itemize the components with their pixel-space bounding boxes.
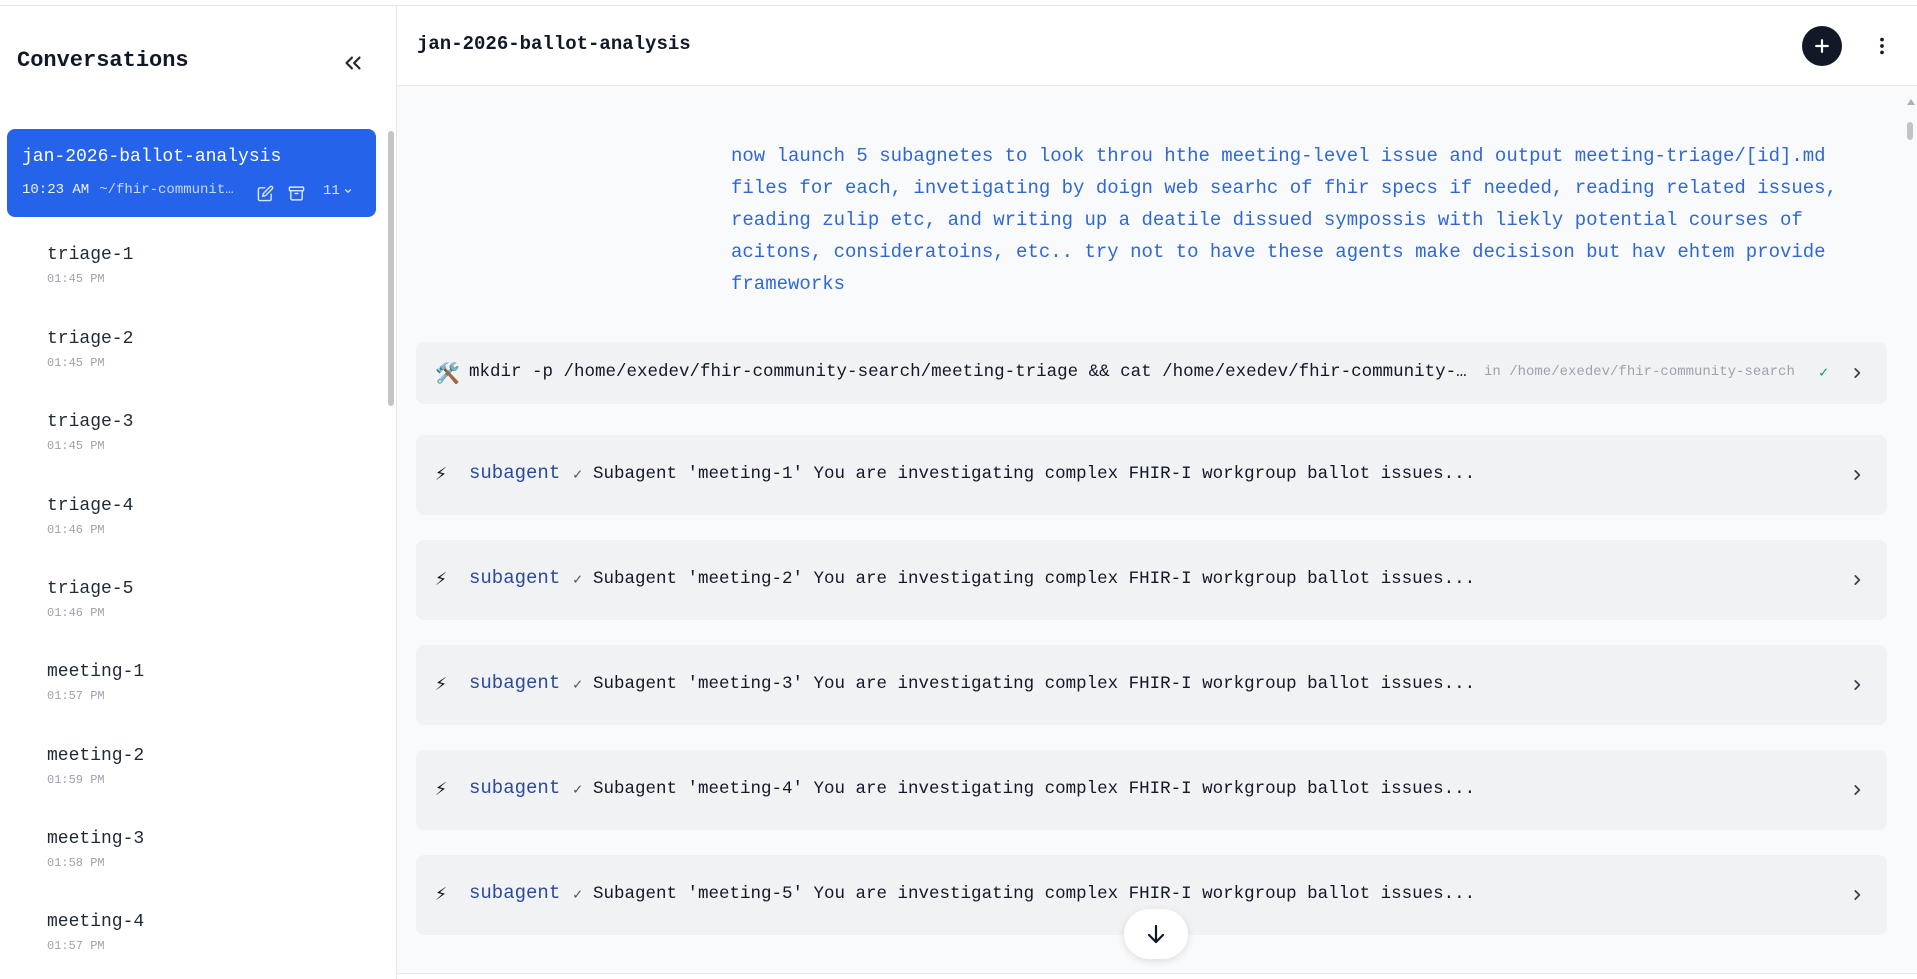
conversation-time: 10:23 AM	[22, 182, 90, 198]
bash-tool-row[interactable]: 🛠️ mkdir -p /home/exedev/fhir-community-…	[416, 342, 1887, 404]
conversation-time: 01:57 PM	[47, 689, 105, 703]
status-check: ✓	[573, 572, 583, 589]
lightning-icon: ⚡	[435, 884, 448, 907]
conversation-header: jan-2026-ballot-analysis	[397, 6, 1917, 86]
new-conversation-button[interactable]	[1802, 26, 1842, 66]
edit-conversation-button[interactable]	[255, 183, 275, 203]
tools-icon: 🛠️	[435, 364, 460, 387]
chevron-right-icon	[1847, 363, 1867, 383]
tool-name: subagent	[469, 462, 561, 484]
conversation-name: meeting-4	[47, 912, 145, 932]
lightning-icon: ⚡	[435, 464, 448, 487]
conversation-time: 01:59 PM	[47, 773, 105, 787]
conversation-name: triage-4	[47, 496, 134, 516]
conversation-time: 01:45 PM	[47, 356, 105, 370]
conversation-item[interactable]: meeting-3 01:58 PM	[47, 829, 367, 889]
main-scrollbar[interactable]	[1907, 122, 1913, 140]
subagent-row[interactable]: ⚡ subagent ✓ Subagent 'meeting-3' You ar…	[416, 645, 1887, 725]
subagent-description: Subagent 'meeting-3' You are investigati…	[593, 674, 1476, 694]
chevron-right-icon	[1847, 465, 1867, 485]
subagent-description: Subagent 'meeting-1' You are investigati…	[593, 464, 1476, 484]
chevron-down-icon	[344, 189, 351, 193]
composer-edge	[397, 973, 1917, 979]
lightning-icon: ⚡	[435, 779, 448, 802]
conversation-name: meeting-3	[47, 829, 145, 849]
conversation-meta: 10:23 AM ~/fhir-community-search	[22, 182, 235, 198]
sidebar-scrollbar[interactable]	[388, 131, 394, 406]
bash-cwd: in /home/exedev/fhir-community-search	[1484, 364, 1795, 380]
subagent-row[interactable]: ⚡ subagent ✓ Subagent 'meeting-1' You ar…	[416, 435, 1887, 515]
status-check: ✓	[573, 677, 583, 694]
status-check: ✓	[573, 467, 583, 484]
subagent-row[interactable]: ⚡ subagent ✓ Subagent 'meeting-4' You ar…	[416, 750, 1887, 830]
scroll-to-bottom-button[interactable]	[1124, 909, 1188, 959]
sidebar-title: Conversations	[17, 48, 189, 73]
tool-name: subagent	[469, 777, 561, 799]
subagent-description: Subagent 'meeting-4' You are investigati…	[593, 779, 1476, 799]
conversation-item-active[interactable]: jan-2026-ballot-analysis 10:23 AM ~/fhir…	[7, 129, 376, 217]
conversation-main: jan-2026-ballot-analysis now launch 5 su…	[397, 6, 1917, 979]
scroll-up-arrow[interactable]	[1907, 92, 1915, 105]
bash-status-check: ✓	[1819, 365, 1829, 382]
conversation-name: triage-1	[47, 245, 134, 265]
conversation-name: triage-3	[47, 412, 134, 432]
conversation-time: 01:58 PM	[47, 856, 105, 870]
conversation-time: 01:46 PM	[47, 523, 105, 537]
caret-up-icon	[1907, 99, 1915, 105]
conversations-sidebar: Conversations jan-2026-ballot-analysis 1…	[0, 6, 397, 979]
conversation-name: jan-2026-ballot-analysis	[22, 147, 282, 167]
conversation-time: 01:46 PM	[47, 606, 105, 620]
chevron-right-icon	[1847, 885, 1867, 905]
arrow-down-icon	[1147, 924, 1165, 944]
status-check: ✓	[573, 782, 583, 799]
conversation-time: 01:45 PM	[47, 272, 105, 286]
conversation-item[interactable]: triage-3 01:45 PM	[47, 412, 367, 472]
conversation-time: 01:57 PM	[47, 939, 105, 953]
subagent-description: Subagent 'meeting-5' You are investigati…	[593, 884, 1476, 904]
sidebar-header: Conversations	[0, 6, 396, 122]
edit-icon	[257, 185, 273, 201]
lightning-icon: ⚡	[435, 569, 448, 592]
conversation-item[interactable]: meeting-2 01:59 PM	[47, 746, 367, 806]
subagent-description: Subagent 'meeting-2' You are investigati…	[593, 569, 1476, 589]
tool-name: subagent	[469, 882, 561, 904]
bash-command: mkdir -p /home/exedev/fhir-community-sea…	[469, 362, 1473, 382]
lightning-icon: ⚡	[435, 674, 448, 697]
status-check: ✓	[573, 887, 583, 904]
chevron-right-icon	[1847, 675, 1867, 695]
conversation-name: meeting-2	[47, 746, 145, 766]
conversation-item[interactable]: triage-5 01:46 PM	[47, 579, 367, 639]
tool-name: subagent	[469, 672, 561, 694]
subagent-row[interactable]: ⚡ subagent ✓ Subagent 'meeting-2' You ar…	[416, 540, 1887, 620]
chevron-right-icon	[1847, 780, 1867, 800]
conversation-name: triage-2	[47, 329, 134, 349]
conversation-item[interactable]: triage-1 01:45 PM	[47, 245, 367, 305]
conversation-path: ~/fhir-community-search	[99, 182, 235, 198]
user-message: now launch 5 subagnetes to look throu ht…	[731, 145, 1837, 295]
subconversation-count-dropdown[interactable]: 11	[323, 183, 353, 199]
conversation-title: jan-2026-ballot-analysis	[417, 33, 691, 55]
conversation-item[interactable]: meeting-1 01:57 PM	[47, 662, 367, 722]
conversation-name: meeting-1	[47, 662, 145, 682]
conversation-item[interactable]: triage-2 01:45 PM	[47, 329, 367, 389]
subconversation-count: 11	[323, 183, 340, 199]
archive-conversation-button[interactable]	[286, 183, 306, 203]
archive-icon	[288, 185, 304, 201]
conversation-time: 01:45 PM	[47, 439, 105, 453]
more-vertical-icon	[1880, 37, 1884, 55]
conversation-item[interactable]: meeting-4 01:57 PM	[47, 912, 367, 972]
chevrons-left-icon	[345, 56, 361, 70]
plus-icon	[1815, 39, 1829, 53]
collapse-sidebar-button[interactable]	[336, 46, 370, 80]
chevron-right-icon	[1847, 570, 1867, 590]
tool-name: subagent	[469, 567, 561, 589]
conversation-item[interactable]: triage-4 01:46 PM	[47, 496, 367, 556]
more-options-button[interactable]	[1866, 30, 1898, 62]
conversation-name: triage-5	[47, 579, 134, 599]
